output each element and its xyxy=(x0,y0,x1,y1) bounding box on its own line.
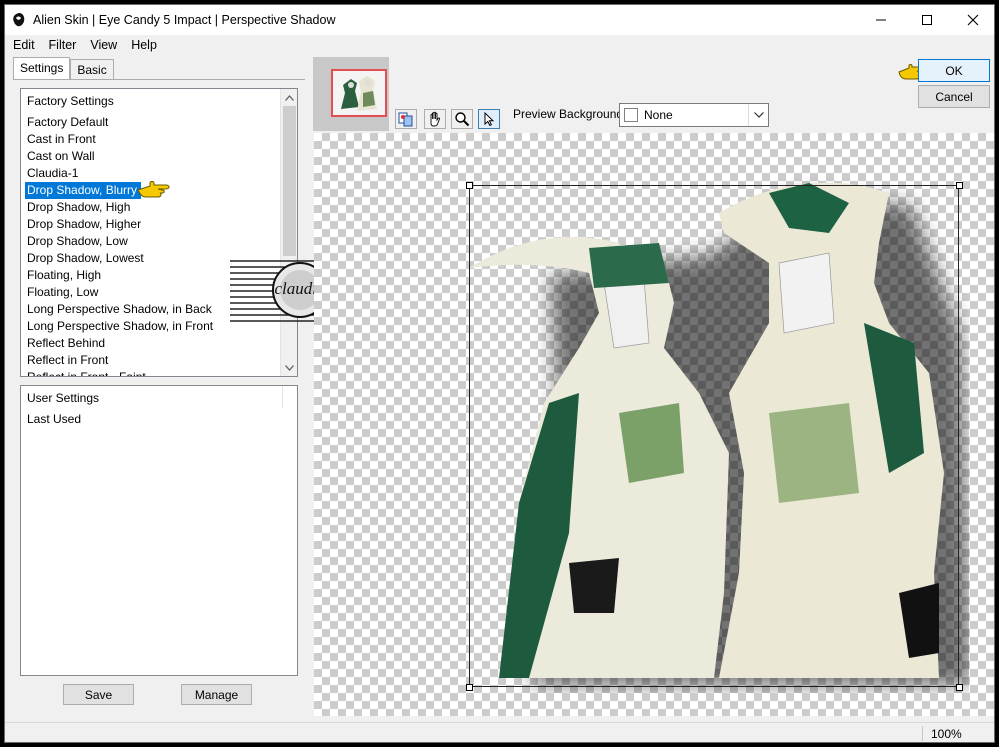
preview-background-select[interactable]: None xyxy=(619,103,769,127)
list-item-label: Cast on Wall xyxy=(27,149,95,163)
preview-thumbnail[interactable] xyxy=(331,69,387,117)
list-item-label: Drop Shadow, Low xyxy=(27,234,128,248)
factory-scrollbar[interactable] xyxy=(280,89,297,376)
tab-settings[interactable]: Settings xyxy=(13,57,71,79)
preview-background-label: Preview Background: xyxy=(513,107,627,121)
transform-bounding-box[interactable] xyxy=(469,185,959,687)
menu-help[interactable]: Help xyxy=(123,35,163,55)
preview-compare-button[interactable] xyxy=(395,109,417,129)
list-item-label: Reflect in Front - Faint xyxy=(27,370,146,377)
dropdown-button[interactable] xyxy=(748,104,768,126)
resize-handle[interactable] xyxy=(956,182,963,189)
cancel-button[interactable]: Cancel xyxy=(918,85,990,108)
status-separator xyxy=(922,726,923,741)
pointing-hand-icon xyxy=(137,181,170,198)
hand-tool-button[interactable] xyxy=(424,109,446,129)
menu-bar: Edit Filter View Help xyxy=(5,35,994,55)
list-item[interactable]: Last Used xyxy=(27,412,81,426)
resize-handle[interactable] xyxy=(466,684,473,691)
list-item[interactable]: Reflect Behind xyxy=(25,335,280,352)
minimize-icon xyxy=(876,19,886,21)
preview-canvas[interactable] xyxy=(314,133,994,716)
preview-background-value: None xyxy=(644,108,673,122)
alien-skin-logo-icon xyxy=(13,13,25,27)
list-item[interactable]: Reflect in Front xyxy=(25,352,280,369)
list-item[interactable]: Reflect in Front - Faint xyxy=(25,369,280,377)
user-header-separator xyxy=(282,386,283,408)
preview-navigator[interactable] xyxy=(313,57,389,131)
menu-filter[interactable]: Filter xyxy=(41,35,83,55)
list-item-label: Drop Shadow, Lowest xyxy=(27,251,144,265)
list-item[interactable]: Drop Shadow, Higher xyxy=(25,216,280,233)
chevron-down-icon xyxy=(753,112,764,118)
list-item[interactable]: Cast on Wall xyxy=(25,148,280,165)
scroll-thumb[interactable] xyxy=(283,106,296,256)
settings-panel: Settings Basic Factory Settings Factory … xyxy=(5,55,309,725)
ok-button[interactable]: OK xyxy=(918,59,990,82)
list-item-label: Reflect Behind xyxy=(27,336,106,350)
status-bar: 100% xyxy=(5,722,994,742)
scroll-up-button[interactable] xyxy=(281,89,297,106)
minimize-button[interactable] xyxy=(858,5,904,35)
save-button[interactable]: Save xyxy=(63,684,134,705)
list-item-label: Long Perspective Shadow, in Front xyxy=(27,319,214,333)
scroll-down-button[interactable] xyxy=(281,359,297,376)
maximize-button[interactable] xyxy=(904,5,950,35)
user-settings-header: User Settings xyxy=(27,391,100,405)
list-item-label: Floating, High xyxy=(27,268,102,282)
list-item[interactable]: Cast in Front xyxy=(25,131,280,148)
manage-button[interactable]: Manage xyxy=(181,684,252,705)
list-item[interactable]: Factory Default xyxy=(25,114,280,131)
zoom-level: 100% xyxy=(931,727,962,741)
maximize-icon xyxy=(922,15,932,25)
list-item[interactable]: Drop Shadow, Low xyxy=(25,233,280,250)
window-title: Alien Skin | Eye Candy 5 Impact | Perspe… xyxy=(33,13,336,27)
list-item-label: Drop Shadow, Higher xyxy=(27,217,142,231)
chevron-down-icon xyxy=(285,364,294,371)
close-button[interactable] xyxy=(950,5,994,35)
chevron-up-icon xyxy=(285,94,294,101)
list-item-label: Floating, Low xyxy=(27,285,99,299)
menu-edit[interactable]: Edit xyxy=(5,35,41,55)
tab-divider xyxy=(13,79,305,80)
list-item-label: Claudia-1 xyxy=(27,166,79,180)
resize-handle[interactable] xyxy=(956,684,963,691)
title-bar: Alien Skin | Eye Candy 5 Impact | Perspe… xyxy=(5,5,994,35)
factory-settings-header: Factory Settings xyxy=(27,94,114,108)
app-window: Alien Skin | Eye Candy 5 Impact | Perspe… xyxy=(4,4,995,743)
thumbnail-image xyxy=(333,71,385,115)
tab-basic[interactable]: Basic xyxy=(70,59,114,79)
tab-strip: Settings Basic xyxy=(13,57,114,79)
list-item-label: Drop Shadow, Blurry xyxy=(25,182,142,199)
list-item-label: Long Perspective Shadow, in Back xyxy=(27,302,212,316)
zoom-magnifier-icon xyxy=(455,112,470,127)
close-icon xyxy=(967,14,979,26)
list-item-label: Factory Default xyxy=(27,115,109,129)
menu-view[interactable]: View xyxy=(82,35,123,55)
user-settings-list[interactable]: User Settings Last Used xyxy=(20,385,298,676)
arrow-select-icon xyxy=(484,111,495,127)
select-tool-button[interactable] xyxy=(478,109,500,129)
background-swatch xyxy=(624,108,638,122)
zoom-tool-button[interactable] xyxy=(451,109,473,129)
list-item-label: Reflect in Front xyxy=(27,353,109,367)
resize-handle[interactable] xyxy=(466,182,473,189)
list-item[interactable]: Drop Shadow, High xyxy=(25,199,280,216)
preview-compare-icon xyxy=(398,112,413,127)
hand-pan-icon xyxy=(430,111,441,127)
factory-settings-list[interactable]: Factory Settings Factory Default Cast in … xyxy=(20,88,298,377)
list-item-label: Drop Shadow, High xyxy=(27,200,131,214)
factory-items: Factory Default Cast in Front Cast on Wall… xyxy=(25,114,280,377)
list-item-label: Cast in Front xyxy=(27,132,96,146)
